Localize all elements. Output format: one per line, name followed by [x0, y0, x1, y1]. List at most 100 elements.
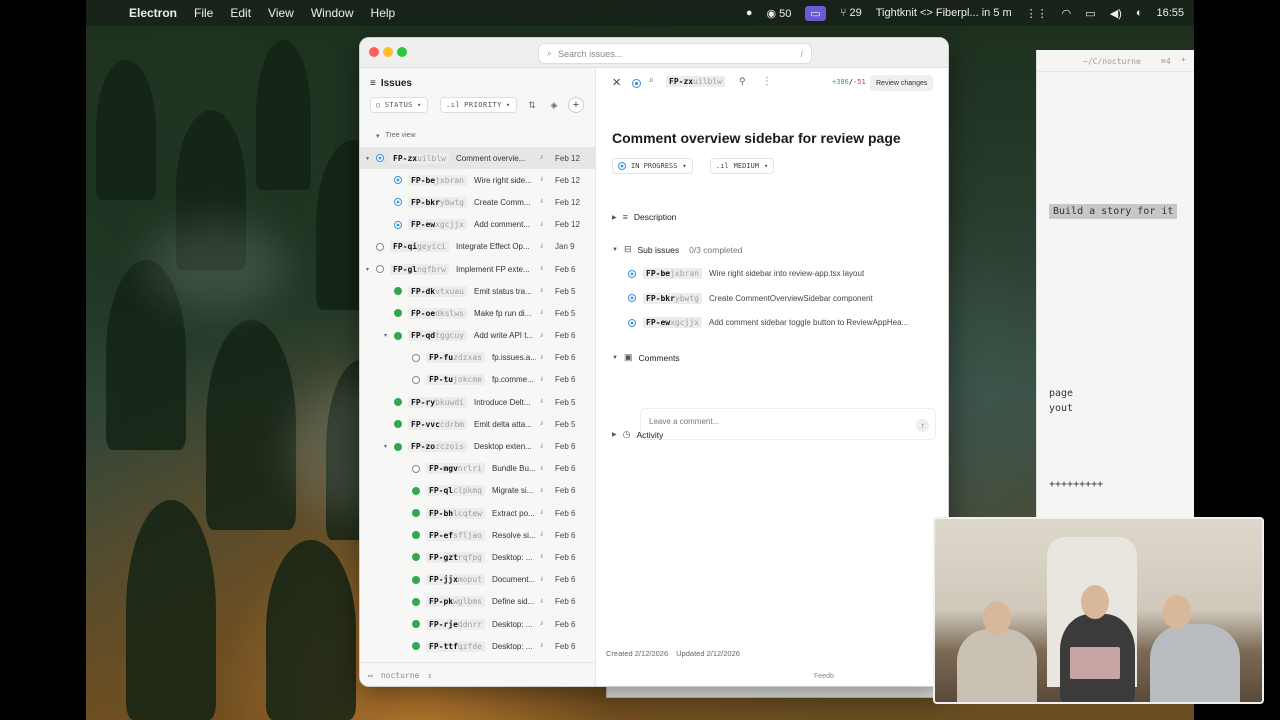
done-status-icon[interactable] — [412, 486, 420, 495]
done-status-icon[interactable] — [412, 553, 420, 562]
sub-issues-section[interactable]: ▼ ⊟ Sub issues 0/3 completed — [612, 244, 743, 255]
issue-row[interactable]: FP-rjeddnrr Desktop: ... .ıl Feb 6 — [360, 613, 596, 635]
record-dot-icon[interactable]: ● — [746, 7, 753, 19]
in-progress-icon[interactable] — [394, 220, 402, 229]
issue-row[interactable]: ▾ FP-zxuilblw Comment overvie... .ıl Feb 12 — [360, 147, 596, 170]
issue-row[interactable]: FP-jjxmoput Document... .ıl Feb 6 — [360, 569, 596, 591]
sub-issue-row[interactable]: FP-ewxgcjjx Add comment sidebar toggle bu… — [628, 317, 908, 328]
done-status-icon[interactable] — [394, 331, 402, 340]
menu-view[interactable]: View — [268, 6, 294, 20]
issue-row[interactable]: FP-tujokcme fp.comme... .ıl Feb 6 — [360, 369, 596, 391]
wifi-icon[interactable]: ◠ — [1062, 7, 1072, 20]
issue-row[interactable]: FP-qlclpkmq Migrate si... .ıl Feb 6 — [360, 480, 596, 502]
done-status-icon[interactable] — [412, 597, 420, 606]
close-window-button[interactable] — [369, 47, 379, 57]
add-tab-icon[interactable]: + — [1181, 55, 1186, 64]
menu-file[interactable]: File — [194, 6, 213, 20]
comment-placeholder: Leave a comment... — [649, 417, 720, 426]
comment-input[interactable]: Leave a comment... ↑ — [640, 408, 936, 440]
zoom-window-button[interactable] — [397, 47, 407, 57]
in-progress-icon[interactable] — [394, 176, 402, 185]
review-changes-button[interactable]: Review changes — [870, 75, 934, 91]
done-status-icon[interactable] — [394, 309, 402, 318]
github-status[interactable]: ◉ 50 — [767, 7, 792, 20]
priority-filter[interactable]: .ıl PRIORITY ▾ — [440, 97, 517, 113]
done-status-icon[interactable] — [412, 642, 420, 651]
issue-row[interactable]: FP-oedkslws Make fp run di... .ıl Feb 5 — [360, 302, 596, 324]
sort-icon[interactable]: ⇅ — [524, 97, 540, 113]
priority-select[interactable]: .ıl MEDIUM ▾ — [710, 158, 775, 174]
issue-row[interactable]: FP-rybkuwdi Introduce Delt... .ıl Feb 5 — [360, 391, 596, 413]
done-status-icon[interactable] — [394, 442, 402, 451]
issue-row[interactable]: FP-pkwglbms Define sid... .ıl Feb 6 — [360, 591, 596, 613]
minimize-window-button[interactable] — [383, 47, 393, 57]
chevron-down-icon[interactable]: ▾ — [384, 332, 387, 339]
comments-section[interactable]: ▼ ▣ Comments — [612, 352, 680, 363]
issue-row[interactable]: ▾ FP-zozczois Desktop exten... .ıl Feb 6 — [360, 435, 596, 457]
tree-view-toggle[interactable]: ▾ Tree view — [376, 132, 416, 140]
issue-row[interactable]: FP-vvccdrbm Emit delta atta... .ıl Feb 5 — [360, 413, 596, 435]
issue-id[interactable]: FP-zxuilblw — [666, 76, 725, 87]
issue-row[interactable]: FP-bejxbran Wire right side... .ıl Feb 12 — [360, 169, 596, 191]
chevron-down-icon[interactable]: ▾ — [366, 155, 369, 162]
in-progress-icon[interactable] — [632, 79, 641, 88]
more-icon[interactable]: ⋮ — [762, 76, 772, 87]
issue-row[interactable]: FP-qigeyici Integrate Effect Op... .ıl Jan … — [360, 236, 596, 258]
feedback-link[interactable]: Feedb — [814, 673, 834, 680]
add-issue-button[interactable]: + — [568, 97, 584, 113]
sub-issue-row[interactable]: FP-bkrybwtg Create CommentOverviewSidebar… — [628, 292, 873, 304]
sub-issue-row[interactable]: FP-bejxbran Wire right sidebar into revie… — [628, 268, 864, 279]
done-status-icon[interactable] — [412, 531, 420, 540]
priority-icon[interactable]: .ıl — [648, 78, 653, 84]
todo-status-icon[interactable] — [376, 242, 384, 251]
issue-row[interactable]: ▾ FP-glnqfbrw Implement FP exte... .ıl Feb 6 — [360, 258, 596, 280]
screen-share-icon[interactable]: ▭ — [805, 5, 826, 21]
issue-row[interactable]: FP-mgvnrlri Bundle Bu... .ıl Feb 6 — [360, 458, 596, 480]
pin-icon[interactable]: ⚲ — [739, 76, 746, 87]
menu-window[interactable]: Window — [311, 6, 354, 20]
menu-app-name[interactable]: Electron — [129, 6, 177, 20]
close-icon[interactable]: ✕ — [612, 76, 621, 89]
in-progress-icon[interactable] — [376, 154, 384, 163]
todo-status-icon[interactable] — [412, 464, 420, 473]
layers-icon[interactable]: ◈ — [546, 97, 562, 113]
issue-row[interactable]: FP-bkrybwtg Create Comm... .ıl Feb 12 — [360, 191, 596, 213]
in-progress-icon[interactable] — [394, 198, 402, 207]
workspace-switcher[interactable]: ▭ nocturne ⇕ — [360, 662, 596, 686]
search-input[interactable]: ⌕ Search issues... / — [538, 43, 812, 64]
pull-request-status[interactable]: ⑂ 29 — [840, 7, 862, 19]
done-status-icon[interactable] — [394, 420, 402, 429]
issue-row[interactable]: ▾ FP-qdtggcuy Add write API t... .ıl Feb 6 — [360, 325, 596, 347]
todo-status-icon[interactable] — [412, 375, 420, 384]
issue-row[interactable]: FP-bhlcqtew Extract po... .ıl Feb 6 — [360, 502, 596, 524]
done-status-icon[interactable] — [412, 509, 420, 518]
issue-row[interactable]: FP-efsfljao Resolve si... .ıl Feb 6 — [360, 524, 596, 546]
status-select[interactable]: IN PROGRESS ▾ — [612, 158, 693, 174]
user-switch-icon[interactable]: ◐ — [1136, 7, 1143, 19]
volume-icon[interactable]: ◀) — [1110, 7, 1122, 20]
todo-status-icon[interactable] — [412, 353, 420, 362]
send-arrow-icon[interactable]: ↑ — [916, 419, 929, 432]
done-status-icon[interactable] — [412, 620, 420, 629]
issue-title: Integrate Effect Op... — [456, 242, 530, 252]
issue-title[interactable]: Comment overview sidebar for review page — [612, 130, 901, 146]
activity-section[interactable]: ▶ ◷ Activity — [612, 429, 663, 440]
description-section[interactable]: ▶ ≡ Description — [612, 212, 676, 222]
issue-row[interactable]: FP-ewxgcjjx Add comment... .ıl Feb 12 — [360, 214, 596, 236]
calendar-event[interactable]: Tightknit <> Fiberpl... in 5 m — [876, 7, 1012, 19]
issue-row[interactable]: FP-fuzdzxas fp.issues.a... .ıl Feb 6 — [360, 347, 596, 369]
status-filter[interactable]: ○ STATUS ▾ — [370, 97, 428, 113]
issue-row[interactable]: FP-ttfqzfde Desktop: ... .ıl Feb 6 — [360, 635, 596, 657]
done-status-icon[interactable] — [394, 398, 402, 407]
battery-icon[interactable]: ▭ — [1085, 7, 1095, 20]
menu-edit[interactable]: Edit — [230, 6, 251, 20]
todo-status-icon[interactable] — [376, 265, 384, 274]
done-status-icon[interactable] — [412, 575, 420, 584]
issue-row[interactable]: FP-dkvtxuau Emit status tra... .ıl Feb 5 — [360, 280, 596, 302]
done-status-icon[interactable] — [394, 287, 402, 296]
chevron-down-icon[interactable]: ▾ — [366, 266, 369, 273]
chevron-down-icon[interactable]: ▾ — [384, 443, 387, 450]
control-icon[interactable]: ⋮⋮ — [1026, 7, 1048, 20]
menu-help[interactable]: Help — [371, 6, 396, 20]
issue-row[interactable]: FP-gztrqfpg Desktop: ... .ıl Feb 6 — [360, 546, 596, 568]
